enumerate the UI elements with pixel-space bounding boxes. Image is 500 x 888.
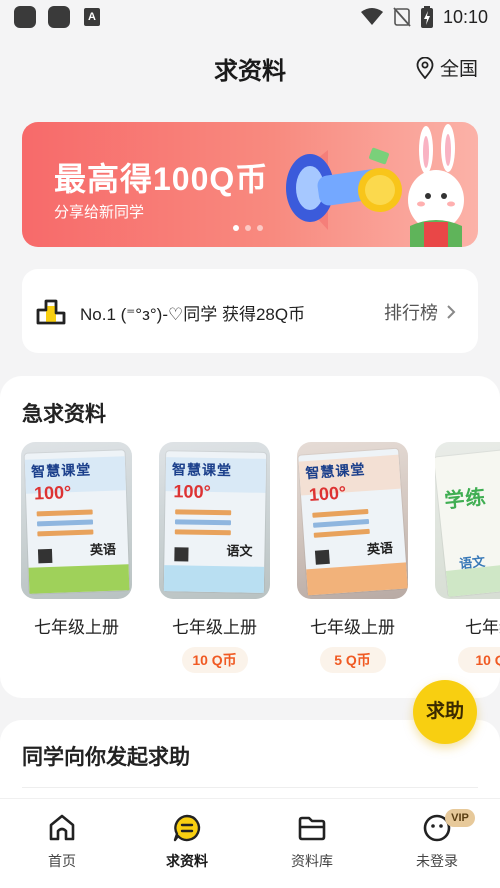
- clock: 10:10: [442, 6, 488, 27]
- reward-badge: 5 Q币: [319, 647, 386, 673]
- banner-subtitle: 分享给新同学: [54, 204, 145, 221]
- chevron-right-icon: [447, 305, 456, 319]
- no-signal-icon: [393, 7, 411, 27]
- material-card[interactable]: 智慧课堂 100° 英语 七年级上册: [21, 442, 132, 673]
- book-cover-title: 学练: [443, 486, 488, 513]
- leaderboard-link-label: 排行榜: [384, 303, 438, 323]
- pagination-dot[interactable]: [245, 225, 251, 231]
- pagination-dot[interactable]: [257, 225, 263, 231]
- book-cover-photo: 智慧课堂 100° 英语: [21, 442, 132, 599]
- nav-label: 首页: [48, 853, 76, 869]
- nav-label: 未登录: [416, 853, 458, 869]
- nav-item-home[interactable]: 首页: [12, 813, 112, 871]
- nav-item-request[interactable]: 求资料: [137, 813, 237, 871]
- notification-icon: [48, 6, 70, 28]
- book-cover-subject: 语文: [226, 543, 253, 559]
- urgent-materials-list: 智慧课堂 100° 英语 七年级上册 智慧课堂 100° 语文 七年级上册 10…: [21, 442, 500, 673]
- divider: [22, 787, 478, 788]
- book-cover-photo: 智慧课堂 100° 语文: [159, 442, 270, 599]
- banner-pagination: [233, 225, 263, 231]
- ask-help-button[interactable]: 求助: [413, 680, 477, 744]
- promo-banner[interactable]: 最高得100Q币 分享给新同学: [22, 122, 478, 247]
- podium-icon: [36, 299, 66, 325]
- material-card[interactable]: 智慧课堂 100° 语文 七年级上册 10 Q币: [159, 442, 270, 673]
- section-title: 急求资料: [22, 403, 106, 426]
- book-cover-photo: 学练 语文: [435, 442, 500, 599]
- banner-headline: 最高得100Q币: [54, 161, 269, 197]
- material-grade-label: 七年级: [465, 618, 500, 637]
- nav-label: 资料库: [291, 853, 333, 869]
- leaderboard-link[interactable]: 排行榜: [384, 299, 456, 325]
- leaderboard-card[interactable]: No.1 (⁼°з°)-♡同学 获得28Q币 排行榜: [22, 269, 478, 353]
- book-cover-title: 智慧课堂: [171, 461, 233, 479]
- bottom-nav: 首页 求资料 资料库 VIP 未登录: [0, 798, 500, 888]
- book-cover-number: 100°: [33, 482, 72, 504]
- battery-charging-icon: [420, 6, 433, 28]
- folder-icon: [298, 816, 326, 841]
- home-icon: [49, 814, 75, 841]
- header: 求资料 全国: [0, 34, 500, 100]
- book-cover-title: 智慧课堂: [304, 461, 366, 482]
- material-card[interactable]: 智慧课堂 100° 英语 七年级上册 5 Q币: [297, 442, 408, 673]
- megaphone-rabbit-illustration: [286, 124, 464, 247]
- material-grade-label: 七年级上册: [172, 618, 257, 637]
- leaderboard-message: No.1 (⁼°з°)-♡同学 获得28Q币: [80, 305, 306, 324]
- vip-badge: VIP: [445, 809, 475, 827]
- pagination-dot[interactable]: [233, 225, 239, 231]
- reward-badge: 10 Q币: [181, 647, 248, 673]
- material-card[interactable]: 学练 语文 七年级 10 Q: [435, 442, 500, 673]
- wifi-icon: [360, 8, 383, 25]
- material-grade-label: 七年级上册: [34, 618, 119, 637]
- nav-item-profile[interactable]: VIP 未登录: [387, 809, 487, 871]
- status-bar: A 10:10: [0, 0, 500, 34]
- section-title: 同学向你发起求助: [22, 746, 190, 769]
- chat-request-icon: [173, 814, 201, 842]
- nav-label: 求资料: [166, 853, 208, 869]
- book-cover-number: 100°: [173, 481, 211, 502]
- notification-icon: [14, 6, 36, 28]
- book-cover-number: 100°: [308, 482, 347, 505]
- material-grade-label: 七年级上册: [310, 618, 395, 637]
- region-selector[interactable]: 全国: [416, 54, 478, 81]
- book-cover-title: 智慧课堂: [30, 461, 92, 480]
- location-pin-icon: [416, 56, 434, 79]
- book-cover-subject: 英语: [89, 541, 117, 558]
- reward-badge: 10 Q: [457, 647, 500, 673]
- book-cover-photo: 智慧课堂 100° 英语: [297, 442, 408, 599]
- book-cover-subject: 英语: [366, 540, 394, 558]
- keyboard-indicator-icon: A: [84, 8, 100, 26]
- nav-item-library[interactable]: 资料库: [262, 813, 362, 871]
- urgent-materials-section: 急求资料 智慧课堂 100° 英语 七年级上册 智慧课堂 100° 语文 七年级…: [0, 376, 500, 698]
- region-label: 全国: [439, 59, 478, 80]
